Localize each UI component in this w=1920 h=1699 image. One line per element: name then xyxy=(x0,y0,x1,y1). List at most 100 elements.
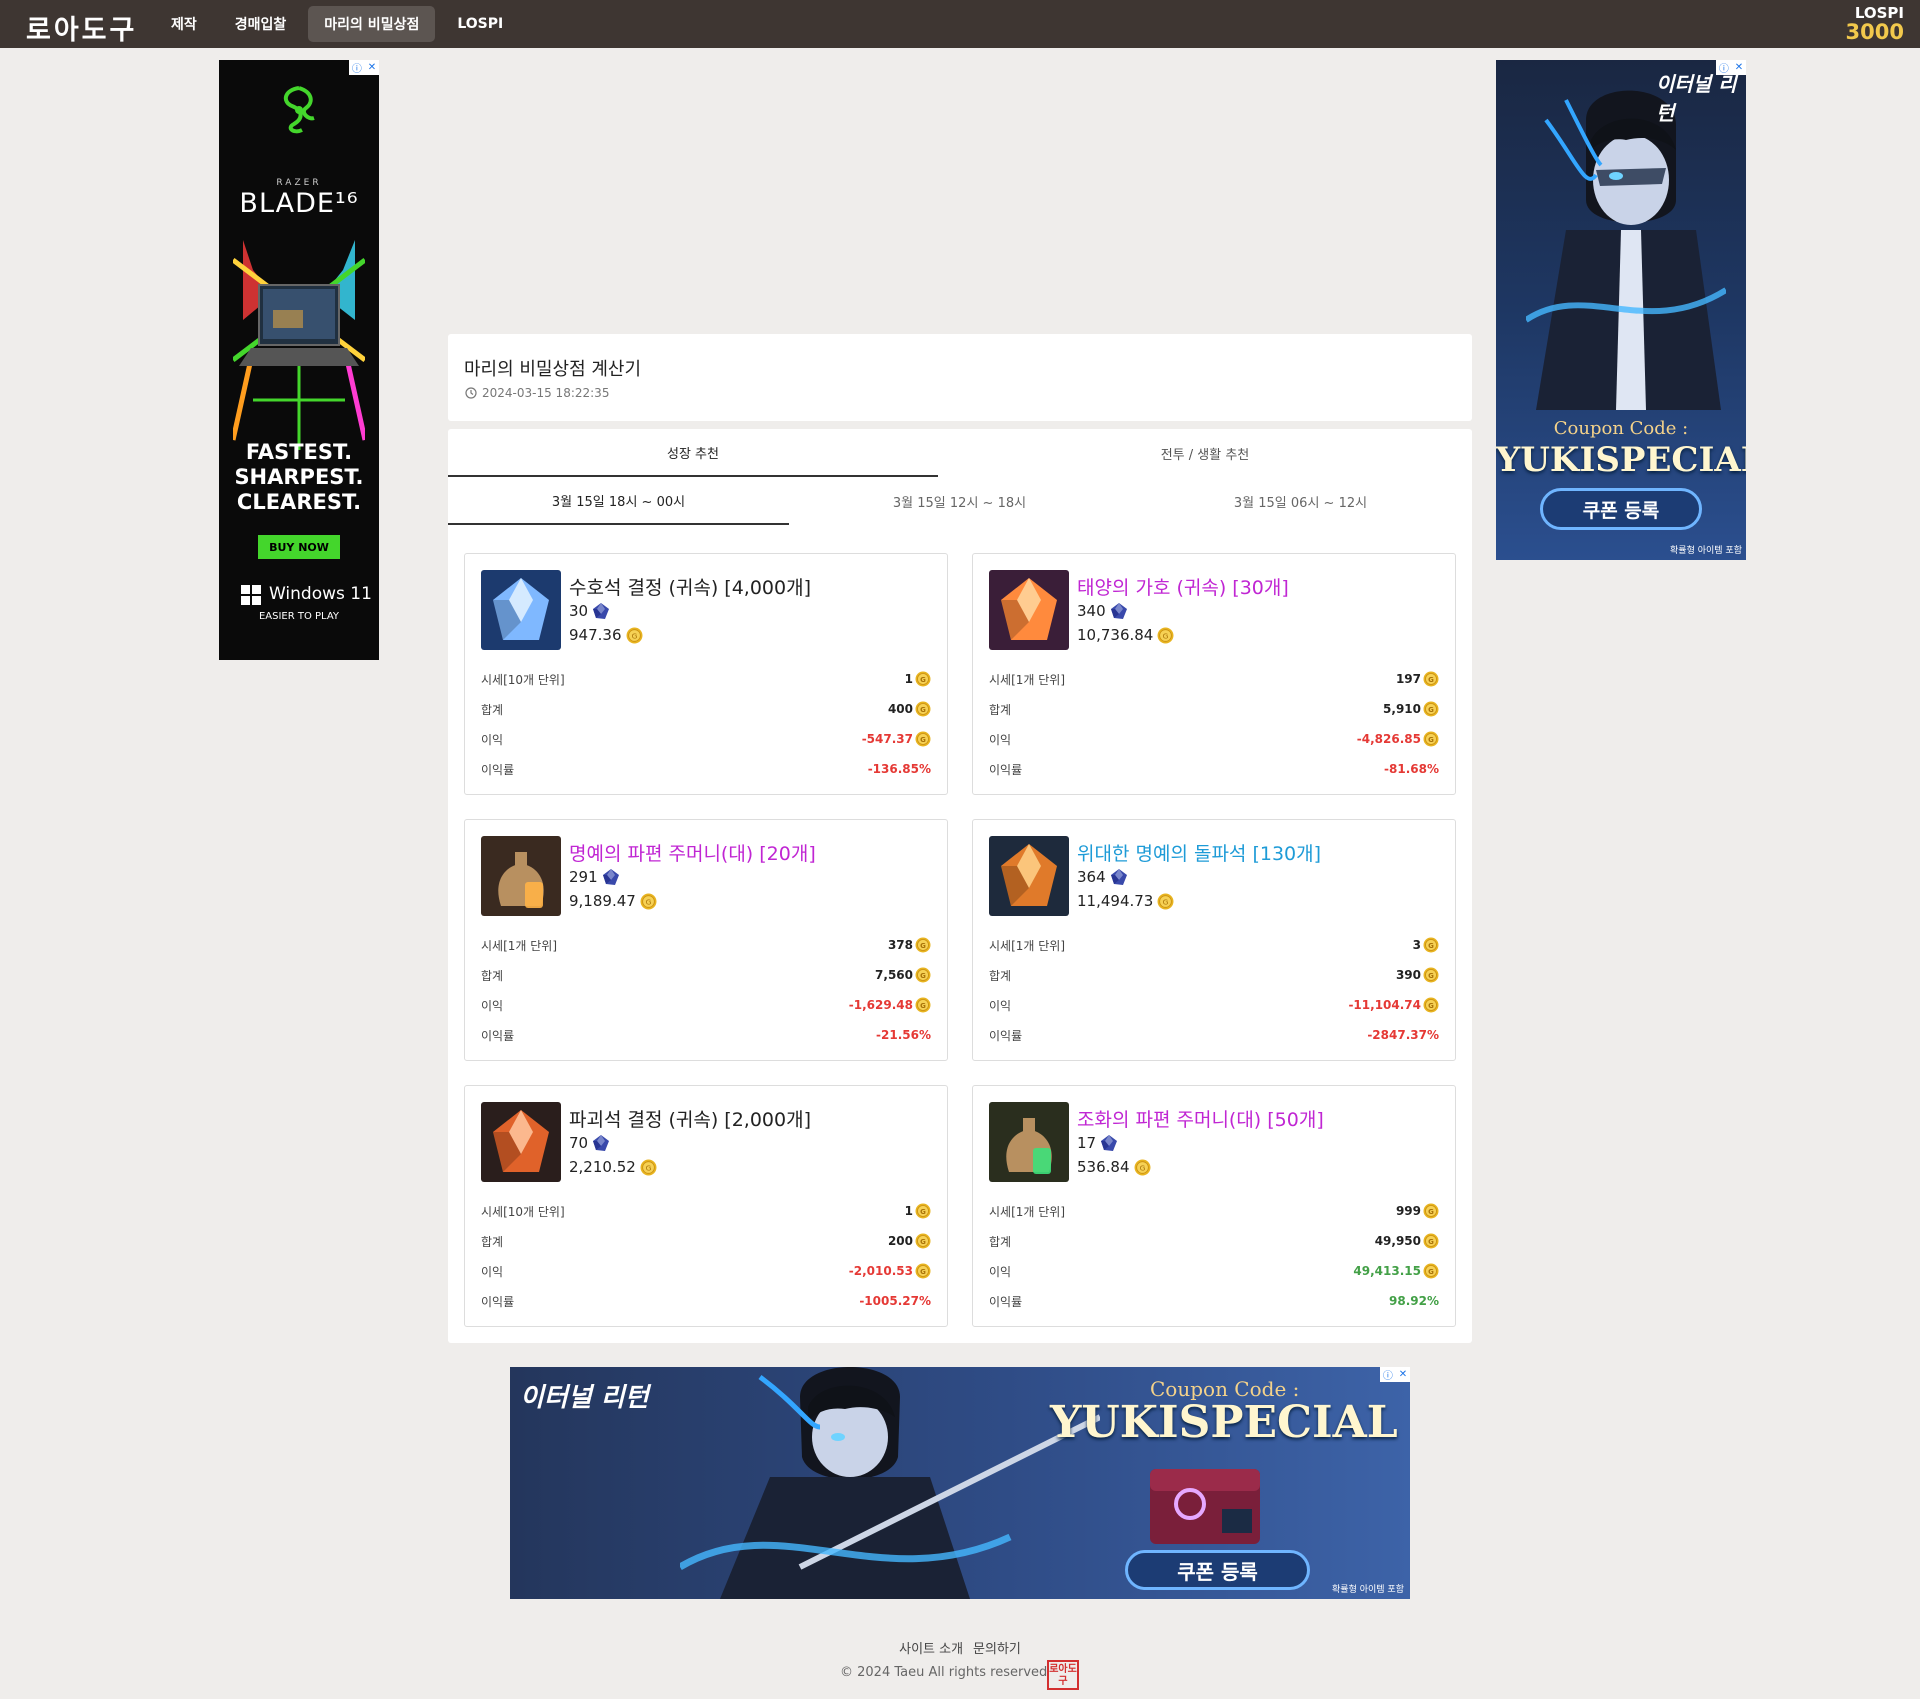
stat-row-profit-rate: 이익률 -136.85% xyxy=(481,754,931,784)
blue-crystal-icon xyxy=(593,603,610,619)
ad-info-icon[interactable]: ⓘ xyxy=(1383,1367,1393,1382)
tab-combat-life[interactable]: 전투 / 생활 추천 xyxy=(938,429,1472,477)
stat-value-text: 1 xyxy=(904,1204,913,1218)
item-name: 수호석 결정 (귀속) [4,000개] xyxy=(569,577,812,599)
tagline-line: FASTEST. xyxy=(245,440,353,464)
svg-text:G: G xyxy=(920,1208,926,1216)
item-name: 파괴석 결정 (귀속) [2,000개] xyxy=(569,1109,812,1131)
anime-character-image xyxy=(1526,90,1726,410)
stat-value: 390 G xyxy=(1396,967,1439,983)
coupon-register-button[interactable]: 쿠폰 등록 xyxy=(1540,488,1702,530)
stat-label: 이익률 xyxy=(989,1294,1023,1309)
svg-text:G: G xyxy=(1163,631,1169,640)
nav-item-lospi[interactable]: LOSPI xyxy=(441,6,519,42)
stat-row-profit: 이익 -4,826.85 G xyxy=(989,724,1439,754)
ad-bottom-eternal-return[interactable]: ⓘ ✕ 이터널 리턴 Coupon Code : YUKISPECIAL 쿠폰 등… xyxy=(510,1367,1410,1599)
footer-link-about[interactable]: 사이트 소개 xyxy=(899,1638,963,1657)
item-gold-value: 9,189.47 G xyxy=(569,892,657,910)
stat-label: 이익률 xyxy=(481,1028,515,1043)
stat-value: 400 G xyxy=(888,701,931,717)
stat-row-price: 시세[1개 단위] 3G xyxy=(989,930,1439,960)
ad-fine-print: 확률형 아이템 포함 xyxy=(1332,1585,1404,1595)
nav-item-crafting[interactable]: 제작 xyxy=(155,6,213,42)
ad-close-icon[interactable]: ✕ xyxy=(1399,1369,1407,1380)
crystal-cost-value: 291 xyxy=(569,868,598,886)
ad-right-eternal-return[interactable]: ⓘ ✕ 이터널 리턴 Coupon Code : YUKISPECIAL 쿠폰 등… xyxy=(1496,60,1746,560)
gold-icon: G xyxy=(1423,997,1439,1013)
blue-crystal-icon xyxy=(1101,1135,1118,1151)
stat-value: 197 G xyxy=(1396,671,1439,687)
svg-text:G: G xyxy=(1428,972,1434,980)
stat-value-text: 7,560 xyxy=(875,968,913,982)
stat-value-text: 197 xyxy=(1395,672,1421,686)
stat-label: 합계 xyxy=(989,702,1012,717)
stat-value-text: 3 xyxy=(1412,938,1421,952)
svg-text:G: G xyxy=(645,1163,651,1172)
stat-value-text: -136.85% xyxy=(867,762,931,776)
calculator-main-card: 성장 추천 전투 / 생활 추천 3월 15일 18시 ~ 00시 3월 15일… xyxy=(448,429,1472,1343)
ad-left-razer[interactable]: ⓘ ✕ RAZER BLADE¹⁶ FASTEST. SHARPEST. CLEA… xyxy=(219,60,379,660)
footer-link-contact[interactable]: 문의하기 xyxy=(973,1638,1021,1657)
gold-icon: G xyxy=(915,671,931,687)
stat-row-price: 시세[1개 단위] 197 G xyxy=(989,664,1439,694)
stat-row-profit-rate: 이익률 -1005.27% xyxy=(481,1286,931,1316)
stat-label: 시세[1개 단위] xyxy=(989,938,1066,953)
gold-icon: G xyxy=(915,701,931,717)
svg-text:G: G xyxy=(920,736,926,744)
item-card: 태양의 가호 (귀속) [30개] 340 10,736.84 G 시세[1개 단… xyxy=(972,553,1456,795)
item-name: 명예의 파편 주머니(대) [20개] xyxy=(569,843,816,865)
stat-value-text: 390 xyxy=(1395,968,1421,982)
stat-value-text: -2,010.53 xyxy=(848,1264,913,1278)
gold-icon: G xyxy=(915,937,931,953)
eternal-return-logo: 이터널 리턴 xyxy=(1656,72,1737,125)
stat-value-text: 1 xyxy=(904,672,913,686)
stat-label: 이익률 xyxy=(481,1294,515,1309)
stat-value-text: -2847.37% xyxy=(1367,1028,1439,1042)
stat-value: 49,413.15 G xyxy=(1353,1263,1439,1279)
windows-logo-icon xyxy=(241,585,261,605)
gold-icon: G xyxy=(1423,1233,1439,1249)
ad-fine-print: 확률형 아이템 포함 xyxy=(1670,546,1742,556)
lospi-label: LOSPI xyxy=(1854,4,1904,22)
crystal-cost-value: 70 xyxy=(569,1134,589,1152)
ad-close-controls[interactable]: ⓘ ✕ xyxy=(1380,1367,1410,1382)
item-stats: 시세[10개 단위] 1G 합계 400 G 이익 -547.37 G 이익률 -1… xyxy=(481,664,931,784)
gold-value-text: 9,189.47 xyxy=(569,892,636,910)
sun-protection-icon xyxy=(989,570,1069,650)
svg-text:G: G xyxy=(920,676,926,684)
svg-text:G: G xyxy=(920,1238,926,1246)
item-name: 조화의 파편 주머니(대) [50개] xyxy=(1077,1109,1324,1131)
tab-time-slot-12-18[interactable]: 3월 15일 12시 ~ 18시 xyxy=(789,477,1130,525)
ad-close-icon[interactable]: ✕ xyxy=(368,62,376,73)
tab-time-slot-06-12[interactable]: 3월 15일 06시 ~ 12시 xyxy=(1130,477,1471,525)
tab-time-slot-18-00[interactable]: 3월 15일 18시 ~ 00시 xyxy=(448,477,789,525)
ad-info-icon[interactable]: ⓘ xyxy=(352,60,362,75)
stat-label: 시세[1개 단위] xyxy=(481,938,558,953)
item-icon-art xyxy=(481,1102,561,1182)
svg-text:G: G xyxy=(920,972,926,980)
item-crystal-cost: 30 xyxy=(569,602,610,620)
gold-icon: G xyxy=(1423,1263,1439,1279)
stat-row-profit-rate: 이익률 -81.68% xyxy=(989,754,1439,784)
ad-close-controls[interactable]: ⓘ ✕ xyxy=(349,60,379,75)
crystal-cost-value: 17 xyxy=(1077,1134,1097,1152)
tab-growth[interactable]: 성장 추천 xyxy=(448,429,938,477)
stat-value: 1G xyxy=(905,1203,931,1219)
nav-item-auction-bid[interactable]: 경매입찰 xyxy=(219,6,303,42)
stat-value-text: 200 xyxy=(887,1234,913,1248)
razer-tagline: FASTEST. SHARPEST. CLEAREST. xyxy=(219,440,379,515)
stat-value-text: -547.37 xyxy=(861,732,913,746)
stat-label: 시세[1개 단위] xyxy=(989,1204,1066,1219)
gold-icon: G xyxy=(1423,701,1439,717)
site-logo[interactable]: 로아도구 xyxy=(26,8,137,47)
stat-value: -4,826.85 G xyxy=(1357,731,1439,747)
lospi-indicator[interactable]: LOSPI 3000 xyxy=(1846,6,1904,43)
item-icon-art xyxy=(989,1102,1069,1182)
stat-label: 합계 xyxy=(481,1234,504,1249)
item-stats: 시세[1개 단위] 378 G 합계 7,560 G 이익 -1,629.48 G 이… xyxy=(481,930,931,1050)
coupon-register-button[interactable]: 쿠폰 등록 xyxy=(1125,1550,1310,1590)
razer-model-text: BLADE¹⁶ xyxy=(239,188,359,219)
svg-text:G: G xyxy=(1428,942,1434,950)
nav-item-mari-shop[interactable]: 마리의 비밀상점 xyxy=(308,6,436,42)
buy-now-button[interactable]: BUY NOW xyxy=(258,535,340,559)
